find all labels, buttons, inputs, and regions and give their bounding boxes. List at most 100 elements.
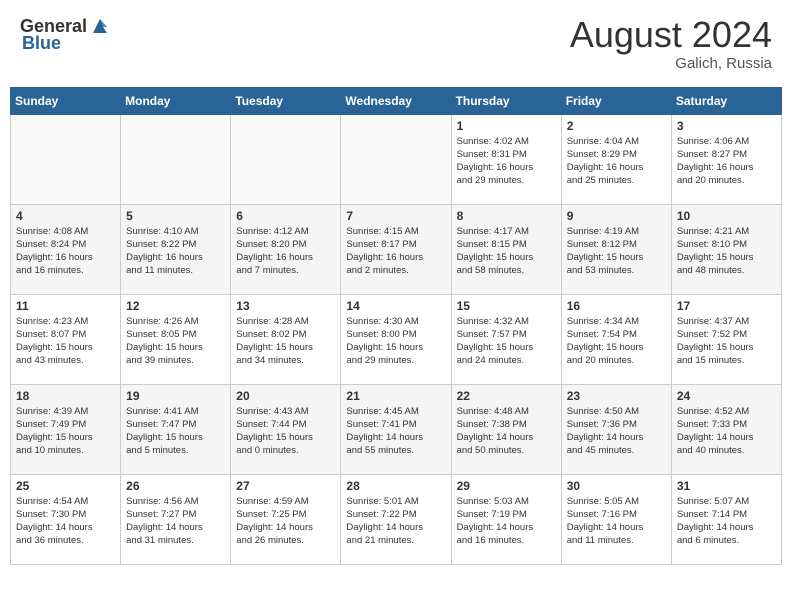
table-row: 18 Sunrise: 4:39 AM Sunset: 7:49 PM Dayli… [11,384,121,474]
day-info: Sunrise: 4:26 AM Sunset: 8:05 PM Dayligh… [126,315,225,368]
table-row: 30 Sunrise: 5:05 AM Sunset: 7:16 PM Dayli… [561,474,671,564]
table-row: 10 Sunrise: 4:21 AM Sunset: 8:10 PM Dayli… [671,204,781,294]
table-row: 24 Sunrise: 4:52 AM Sunset: 7:33 PM Dayli… [671,384,781,474]
day-info: Sunrise: 4:21 AM Sunset: 8:10 PM Dayligh… [677,225,776,278]
calendar-week-2: 4 Sunrise: 4:08 AM Sunset: 8:24 PM Daylig… [11,204,782,294]
logo: General Blue [20,15,111,54]
day-info: Sunrise: 5:07 AM Sunset: 7:14 PM Dayligh… [677,495,776,548]
day-number: 27 [236,479,335,493]
day-number: 6 [236,209,335,223]
calendar-week-3: 11 Sunrise: 4:23 AM Sunset: 8:07 PM Dayli… [11,294,782,384]
day-number: 1 [457,119,556,133]
day-info: Sunrise: 4:30 AM Sunset: 8:00 PM Dayligh… [346,315,445,368]
day-info: Sunrise: 4:17 AM Sunset: 8:15 PM Dayligh… [457,225,556,278]
table-row: 28 Sunrise: 5:01 AM Sunset: 7:22 PM Dayli… [341,474,451,564]
day-number: 29 [457,479,556,493]
day-number: 2 [567,119,666,133]
day-info: Sunrise: 4:45 AM Sunset: 7:41 PM Dayligh… [346,405,445,458]
logo-text-blue: Blue [22,33,61,54]
table-row: 23 Sunrise: 4:50 AM Sunset: 7:36 PM Dayli… [561,384,671,474]
day-info: Sunrise: 4:08 AM Sunset: 8:24 PM Dayligh… [16,225,115,278]
location-subtitle: Galich, Russia [570,55,772,72]
day-info: Sunrise: 4:43 AM Sunset: 7:44 PM Dayligh… [236,405,335,458]
day-info: Sunrise: 4:37 AM Sunset: 7:52 PM Dayligh… [677,315,776,368]
day-number: 16 [567,299,666,313]
day-number: 5 [126,209,225,223]
table-row: 1 Sunrise: 4:02 AM Sunset: 8:31 PM Daylig… [451,114,561,204]
header-wednesday: Wednesday [341,87,451,114]
header-monday: Monday [121,87,231,114]
day-info: Sunrise: 4:23 AM Sunset: 8:07 PM Dayligh… [16,315,115,368]
table-row: 13 Sunrise: 4:28 AM Sunset: 8:02 PM Dayli… [231,294,341,384]
day-number: 23 [567,389,666,403]
table-row: 16 Sunrise: 4:34 AM Sunset: 7:54 PM Dayli… [561,294,671,384]
day-number: 31 [677,479,776,493]
table-row: 6Sunrise: 4:12 AM Sunset: 8:20 PM Daylig… [231,204,341,294]
table-row: 4 Sunrise: 4:08 AM Sunset: 8:24 PM Daylig… [11,204,121,294]
header-thursday: Thursday [451,87,561,114]
day-number: 13 [236,299,335,313]
day-info: Sunrise: 4:02 AM Sunset: 8:31 PM Dayligh… [457,135,556,188]
day-info: Sunrise: 4:52 AM Sunset: 7:33 PM Dayligh… [677,405,776,458]
table-row: 20 Sunrise: 4:43 AM Sunset: 7:44 PM Dayli… [231,384,341,474]
header-saturday: Saturday [671,87,781,114]
table-row: 15 Sunrise: 4:32 AM Sunset: 7:57 PM Dayli… [451,294,561,384]
table-row: 21 Sunrise: 4:45 AM Sunset: 7:41 PM Dayli… [341,384,451,474]
day-number: 4 [16,209,115,223]
table-row: 8 Sunrise: 4:17 AM Sunset: 8:15 PM Daylig… [451,204,561,294]
table-row: 9 Sunrise: 4:19 AM Sunset: 8:12 PM Daylig… [561,204,671,294]
day-number: 18 [16,389,115,403]
table-row: 22Sunrise: 4:48 AM Sunset: 7:38 PM Dayli… [451,384,561,474]
day-number: 21 [346,389,445,403]
day-info: Sunrise: 4:19 AM Sunset: 8:12 PM Dayligh… [567,225,666,278]
day-info: Sunrise: 4:28 AM Sunset: 8:02 PM Dayligh… [236,315,335,368]
table-row [11,114,121,204]
day-number: 26 [126,479,225,493]
day-number: 15 [457,299,556,313]
table-row: 2 Sunrise: 4:04 AM Sunset: 8:29 PM Daylig… [561,114,671,204]
calendar-header-row: Sunday Monday Tuesday Wednesday Thursday… [11,87,782,114]
table-row [341,114,451,204]
day-number: 28 [346,479,445,493]
table-row: 26Sunrise: 4:56 AM Sunset: 7:27 PM Dayli… [121,474,231,564]
day-info: Sunrise: 4:39 AM Sunset: 7:49 PM Dayligh… [16,405,115,458]
day-number: 10 [677,209,776,223]
day-info: Sunrise: 4:34 AM Sunset: 7:54 PM Dayligh… [567,315,666,368]
day-number: 24 [677,389,776,403]
day-info: Sunrise: 4:32 AM Sunset: 7:57 PM Dayligh… [457,315,556,368]
day-info: Sunrise: 4:50 AM Sunset: 7:36 PM Dayligh… [567,405,666,458]
day-number: 8 [457,209,556,223]
table-row: 31 Sunrise: 5:07 AM Sunset: 7:14 PM Dayli… [671,474,781,564]
day-number: 7 [346,209,445,223]
day-number: 3 [677,119,776,133]
day-info: Sunrise: 5:03 AM Sunset: 7:19 PM Dayligh… [457,495,556,548]
day-number: 11 [16,299,115,313]
month-year-title: August 2024 [570,15,772,55]
day-number: 17 [677,299,776,313]
day-info: Sunrise: 5:05 AM Sunset: 7:16 PM Dayligh… [567,495,666,548]
calendar-week-1: 1 Sunrise: 4:02 AM Sunset: 8:31 PM Daylig… [11,114,782,204]
day-number: 25 [16,479,115,493]
day-number: 20 [236,389,335,403]
calendar-week-4: 18 Sunrise: 4:39 AM Sunset: 7:49 PM Dayli… [11,384,782,474]
day-number: 12 [126,299,225,313]
table-row: 3Sunrise: 4:06 AM Sunset: 8:27 PM Daylig… [671,114,781,204]
day-number: 9 [567,209,666,223]
page-header: General Blue August 2024 Galich, Russia [10,10,782,77]
table-row: 27Sunrise: 4:59 AM Sunset: 7:25 PM Dayli… [231,474,341,564]
calendar-table: Sunday Monday Tuesday Wednesday Thursday… [10,87,782,565]
table-row: 17 Sunrise: 4:37 AM Sunset: 7:52 PM Dayli… [671,294,781,384]
day-number: 30 [567,479,666,493]
day-info: Sunrise: 5:01 AM Sunset: 7:22 PM Dayligh… [346,495,445,548]
calendar-week-5: 25 Sunrise: 4:54 AM Sunset: 7:30 PM Dayli… [11,474,782,564]
day-info: Sunrise: 4:54 AM Sunset: 7:30 PM Dayligh… [16,495,115,548]
day-info: Sunrise: 4:41 AM Sunset: 7:47 PM Dayligh… [126,405,225,458]
table-row: 29 Sunrise: 5:03 AM Sunset: 7:19 PM Dayli… [451,474,561,564]
logo-icon [89,15,111,37]
day-info: Sunrise: 4:15 AM Sunset: 8:17 PM Dayligh… [346,225,445,278]
day-info: Sunrise: 4:04 AM Sunset: 8:29 PM Dayligh… [567,135,666,188]
table-row: 7 Sunrise: 4:15 AM Sunset: 8:17 PM Daylig… [341,204,451,294]
table-row [121,114,231,204]
day-number: 22 [457,389,556,403]
table-row: 19Sunrise: 4:41 AM Sunset: 7:47 PM Dayli… [121,384,231,474]
